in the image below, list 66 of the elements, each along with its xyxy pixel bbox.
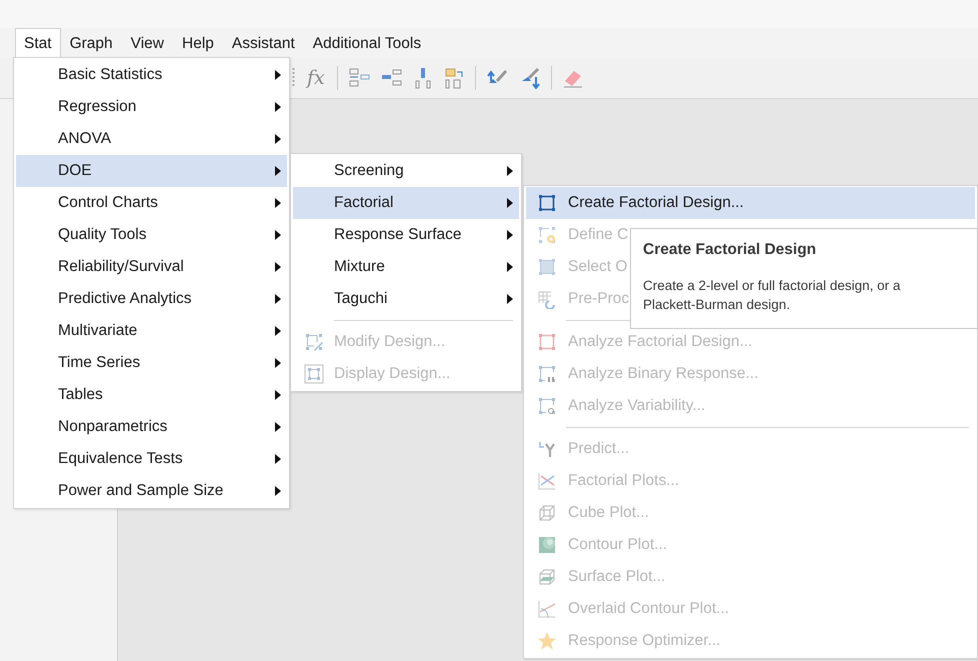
submenu-arrow-icon — [507, 198, 513, 208]
table-refresh-icon — [537, 289, 557, 309]
star-icon — [537, 631, 557, 651]
rows-icon[interactable] — [346, 67, 371, 89]
menu-bar-item[interactable]: Help — [173, 28, 223, 58]
submenu-arrow-icon — [507, 294, 513, 304]
submenu-arrow-icon — [275, 358, 281, 368]
menu-item[interactable]: Taguchi — [293, 283, 519, 315]
submenu-arrow-icon — [507, 262, 513, 272]
submenu-arrow-icon — [275, 262, 281, 272]
menu-bar-item[interactable]: Stat — [15, 28, 61, 58]
frame-icon — [537, 193, 557, 213]
submenu-arrow-icon — [275, 198, 281, 208]
menu-item[interactable]: Control Charts — [16, 187, 287, 219]
menu-bar-item[interactable]: Assistant — [222, 28, 304, 58]
columns-icon[interactable] — [412, 67, 433, 89]
overlay-plot-icon — [537, 599, 557, 619]
menu-item[interactable]: Screening — [293, 155, 519, 187]
grip-icon — [292, 67, 295, 89]
submenu-arrow-icon — [275, 230, 281, 240]
submenu-arrow-icon — [275, 70, 281, 80]
submenu-arrow-icon — [275, 422, 281, 432]
menu-item[interactable]: ANOVA — [16, 123, 287, 155]
frame-gear-icon — [537, 225, 557, 245]
frame-box-icon — [304, 364, 324, 384]
submenu-arrow-icon — [275, 134, 281, 144]
menu-item[interactable]: Factorial — [293, 187, 519, 219]
menu-item[interactable]: Mixture — [293, 251, 519, 283]
menu-item[interactable]: Predictive Analytics — [16, 283, 287, 315]
menu-item[interactable]: DOE — [16, 155, 287, 187]
cube-icon — [537, 503, 557, 523]
line-plot-icon — [537, 471, 557, 491]
contour-icon — [537, 535, 557, 555]
menu-item[interactable]: Time Series — [16, 347, 287, 379]
submenu-arrow-icon — [507, 230, 513, 240]
frame-dots-icon — [537, 396, 557, 416]
submenu-arrow-icon — [275, 294, 281, 304]
frame-dots-icon — [537, 364, 557, 384]
submenu-arrow-icon — [275, 166, 281, 176]
menu-item[interactable]: Reliability/Survival — [16, 251, 287, 283]
submenu-arrow-icon — [275, 454, 281, 464]
frame-pencil-icon — [304, 332, 324, 352]
menu-item[interactable]: Regression — [16, 91, 287, 123]
submenu-arrow-icon — [275, 390, 281, 400]
menu-item[interactable]: Create Factorial Design... — [526, 187, 975, 219]
menu-bar-item[interactable]: Additional Tools — [304, 28, 430, 58]
surface-icon — [537, 567, 557, 587]
submenu-arrow-icon — [507, 166, 513, 176]
menu-item[interactable]: Equivalence Tests — [16, 443, 287, 475]
menu-bar-item[interactable]: Graph — [60, 28, 122, 58]
predict-icon — [537, 439, 557, 459]
menu-item[interactable]: Tables — [16, 379, 287, 411]
menu-item[interactable]: Power and Sample Size — [16, 475, 287, 507]
menu-item[interactable]: Basic Statistics — [16, 59, 287, 91]
submenu-arrow-icon — [275, 486, 281, 496]
menu-item[interactable]: Nonparametrics — [16, 411, 287, 443]
menu-item[interactable]: Multivariate — [16, 315, 287, 347]
menu-item[interactable]: Response Surface — [293, 219, 519, 251]
menu-item[interactable]: Quality Tools — [16, 219, 287, 251]
submenu-arrow-icon — [275, 102, 281, 112]
tooltip-text: Create a 2-level or full factorial design, or a Plackett-Burman design. — [643, 277, 902, 314]
menu-bar-item[interactable]: View — [122, 28, 173, 58]
frame-icon — [537, 332, 557, 352]
frame-icon — [537, 257, 557, 277]
tooltip-title: Create Factorial Design — [643, 241, 818, 259]
submenu-arrow-icon — [275, 326, 281, 336]
